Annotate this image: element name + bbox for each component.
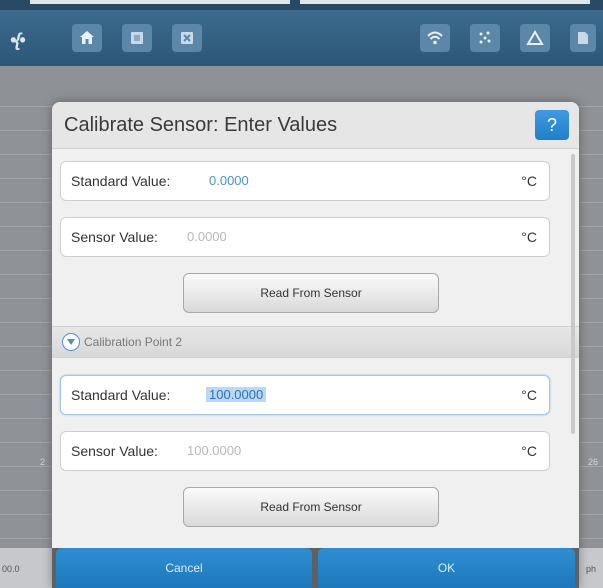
home-button[interactable] (72, 24, 102, 52)
graph-icon (526, 30, 544, 45)
help-button[interactable]: ? (535, 110, 569, 140)
graph-edge-label-left: 2 (40, 457, 46, 467)
graph-button[interactable] (520, 24, 550, 52)
sensor-dots-button[interactable] (470, 24, 500, 52)
standard-value-label: Standard Value: (71, 173, 171, 189)
sensor-value-label: Sensor Value: (71, 443, 158, 459)
section-title: Calibration Point 2 (84, 335, 183, 349)
standard-value-field-2[interactable]: Standard Value: 100.0000 °C (60, 375, 550, 415)
standard-value-input[interactable]: 100.0000 (206, 387, 267, 402)
bottom-left-value: 00.0 (2, 564, 20, 574)
sensor-value-field-2[interactable]: Sensor Value: 100.0000 °C (60, 431, 550, 471)
document-icon (578, 32, 588, 44)
sensor-value-input[interactable]: 100.0000 (187, 443, 241, 458)
sensor-value-input[interactable]: 0.0000 (187, 229, 227, 244)
unit-label: °C (521, 229, 537, 245)
dialog-footer: Cancel OK (52, 548, 579, 588)
dialog-scrollbar[interactable] (571, 154, 575, 434)
top-strip (0, 0, 603, 10)
standard-value-input[interactable]: 0.0000 (209, 173, 249, 188)
cancel-button[interactable]: Cancel (56, 548, 312, 588)
document-button[interactable] (570, 24, 596, 52)
sensor-value-field-1[interactable]: Sensor Value: 0.0000 °C (60, 217, 550, 257)
wifi-icon (427, 31, 443, 45)
standard-value-field-1[interactable]: Standard Value: 0.0000 °C (60, 161, 550, 201)
ok-button[interactable]: OK (318, 548, 575, 588)
top-strip-segment (30, 0, 290, 4)
dots-icon (479, 31, 491, 44)
calibrate-sensor-dialog: Calibrate Sensor: Enter Values ? Standar… (52, 102, 579, 588)
app-subbar (0, 66, 603, 106)
unit-label: °C (521, 173, 537, 189)
close-doc-button[interactable] (172, 24, 202, 52)
unit-label: °C (521, 387, 537, 403)
standard-value-label: Standard Value: (71, 387, 171, 403)
close-doc-icon (181, 32, 193, 44)
read-from-sensor-button-1[interactable]: Read From Sensor (183, 273, 439, 313)
home-icon (80, 31, 94, 44)
wifi-button[interactable] (420, 24, 450, 52)
export-icon (131, 32, 143, 44)
unit-label: °C (521, 443, 537, 459)
read-from-sensor-button-2[interactable]: Read From Sensor (183, 487, 439, 527)
export-button[interactable] (122, 24, 152, 52)
sensor-value-label: Sensor Value: (71, 229, 158, 245)
app-toolbar: •{• (0, 10, 603, 66)
app-logo: •{• (10, 30, 26, 50)
top-strip-segment (300, 0, 590, 4)
dialog-title: Calibrate Sensor: Enter Values (64, 114, 338, 136)
dialog-header: Calibrate Sensor: Enter Values ? (52, 102, 579, 149)
graph-edge-label-right: 26 (588, 457, 599, 467)
dialog-body: Standard Value: 0.0000 °C Sensor Value: … (52, 149, 579, 547)
bottom-right-value: ph (586, 564, 597, 574)
calibration-point-2-header[interactable]: Calibration Point 2 (52, 326, 579, 358)
chevron-down-icon (62, 333, 80, 351)
